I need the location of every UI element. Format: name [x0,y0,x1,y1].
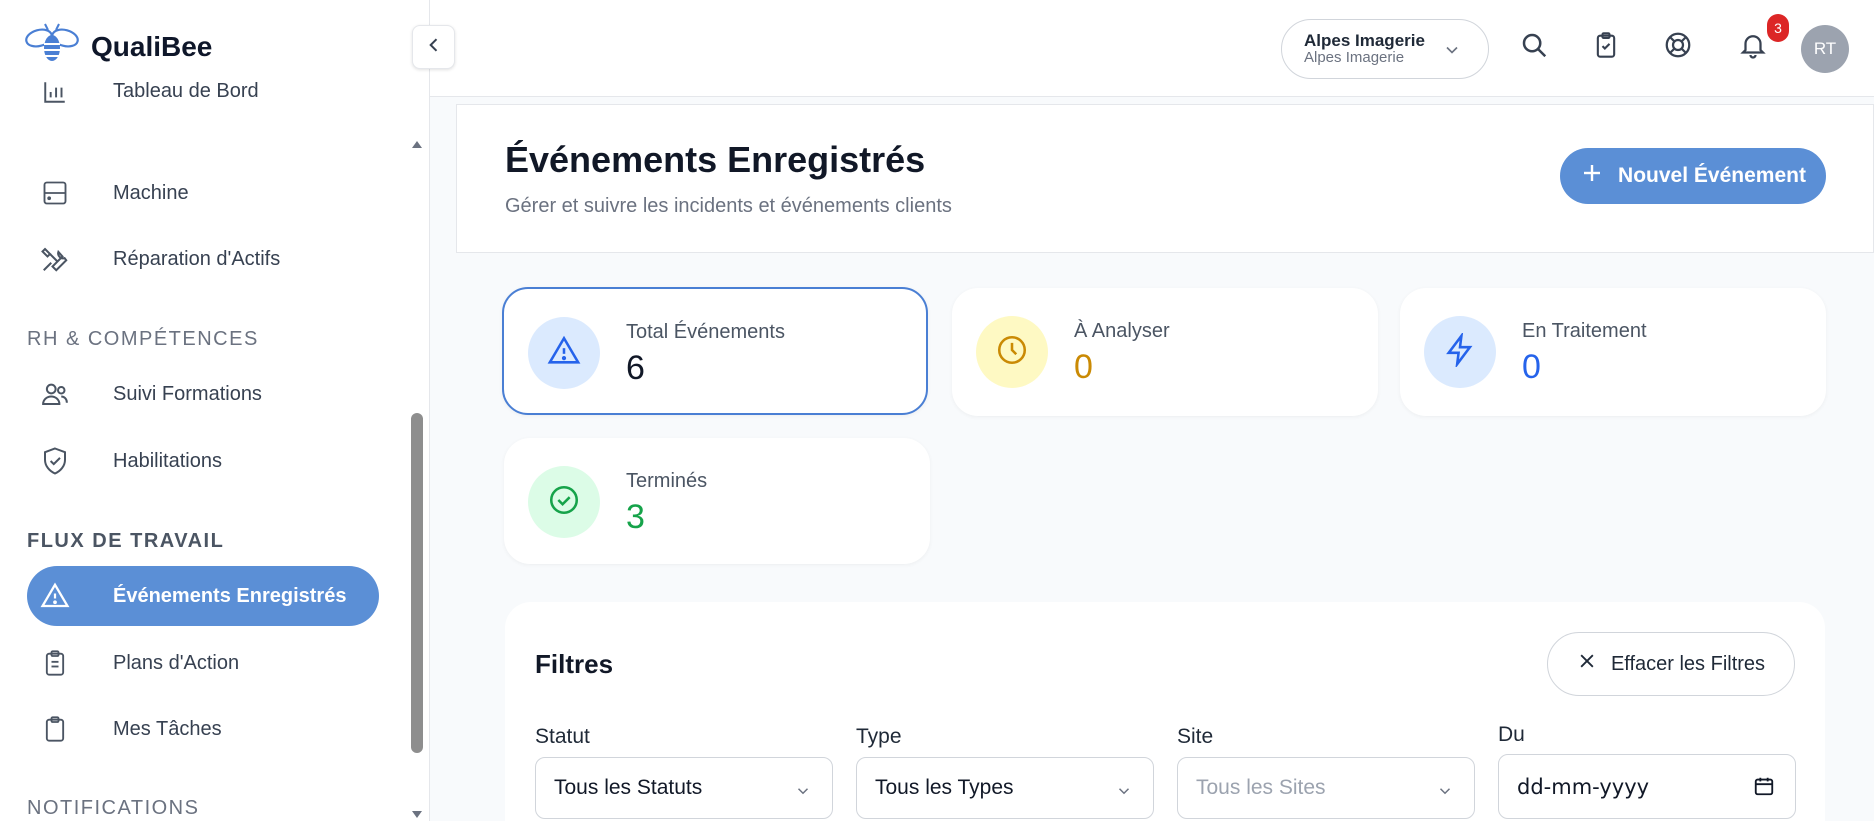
collapse-sidebar-button[interactable] [412,25,455,69]
date-from-value: dd-mm-yyyy [1517,775,1650,799]
sidebar: QualiBee Tableau de Bord Machine Réparat… [0,0,430,821]
chevron-down-icon [1115,782,1133,806]
section-hr-title: RH & COMPÉTENCES [27,328,259,350]
filters-panel: Filtres Effacer les Filtres Statut Tous … [505,602,1825,821]
tasks-button[interactable] [1589,30,1623,64]
alert-triangle-icon [547,334,581,373]
brand-name: QualiBee [91,30,213,62]
alert-triangle-icon [39,580,71,612]
status-filter-label: Statut [535,725,590,748]
chevron-down-icon [1436,782,1454,806]
clock-icon [995,333,1029,372]
sidebar-item-label: Plans d'Action [113,651,240,674]
notifications-button[interactable] [1736,30,1770,64]
page-title: Événements Enregistrés [505,139,926,180]
stat-value: 3 [626,498,645,536]
scroll-down-arrow-icon[interactable] [410,808,424,821]
site-filter-label: Site [1177,725,1214,748]
new-event-button[interactable]: Nouvel Événement [1560,148,1826,204]
page-subtitle: Gérer et suivre les incidents et événeme… [505,195,952,217]
sidebar-item-certifications[interactable]: Habilitations [27,431,379,491]
status-filter-select[interactable]: Tous les Statuts [535,757,833,819]
sidebar-item-label: Tableau de Bord [113,81,259,102]
zap-icon [1443,330,1477,372]
lifebuoy-icon [1663,30,1693,65]
stat-icon-circle [1424,316,1496,388]
stat-value: 0 [1074,348,1093,386]
bee-logo-icon [25,22,79,71]
date-from-input[interactable]: dd-mm-yyyy [1498,754,1796,819]
sidebar-item-training[interactable]: Suivi Formations [27,364,379,424]
page-header: Événements Enregistrés Gérer et suivre l… [456,104,1874,253]
plus-icon [1580,161,1604,191]
site-filter-placeholder: Tous les Sites [1196,776,1326,799]
stat-icon-circle [976,316,1048,388]
help-button[interactable] [1661,30,1695,64]
stat-card-total[interactable]: Total Événements 6 [502,287,928,415]
stat-card-in-progress[interactable]: En Traitement 0 [1400,288,1826,416]
notification-badge: 3 [1767,14,1789,42]
stat-value: 6 [626,349,645,387]
clipboard-list-icon [39,647,71,679]
sidebar-item-machine[interactable]: Machine [27,163,379,223]
clear-filters-label: Effacer les Filtres [1610,652,1766,675]
stat-icon-circle [528,466,600,538]
sidebar-item-asset-repair[interactable]: Réparation d'Actifs [27,229,379,289]
search-button[interactable] [1517,30,1551,64]
scroll-up-arrow-icon[interactable] [410,137,424,151]
chevron-down-icon [1442,40,1462,65]
tools-icon [39,243,71,275]
close-icon [1577,651,1597,677]
stat-value: 0 [1522,348,1541,386]
sidebar-item-action-plans[interactable]: Plans d'Action [27,633,379,693]
stat-card-to-analyze[interactable]: À Analyser 0 [952,288,1378,416]
brand[interactable]: QualiBee [25,22,212,71]
shield-check-icon [39,445,71,477]
bell-icon [1738,30,1768,65]
calendar-icon[interactable] [1753,775,1775,802]
sidebar-item-label: Machine [113,181,189,204]
section-workflow-title: FLUX DE TRAVAIL [27,530,225,552]
chevron-down-icon [794,782,812,806]
sidebar-item-label: Habilitations [113,449,222,472]
topbar: Alpes Imagerie Alpes Imagerie [430,0,1874,97]
sidebar-item-recorded-events[interactable]: Événements Enregistrés [27,566,379,626]
check-circle-icon [547,483,581,522]
sidebar-item-label: Réparation d'Actifs [113,247,281,270]
sidebar-item-dashboard[interactable]: Tableau de Bord [27,81,379,123]
sidebar-item-label: Mes Tâches [113,717,222,740]
avatar[interactable]: RT [1801,25,1849,73]
type-filter-value: Tous les Types [875,776,1014,799]
clear-filters-button[interactable]: Effacer les Filtres [1547,632,1795,696]
type-filter-label: Type [856,725,902,748]
date-from-label: Du [1498,723,1525,746]
server-icon [39,177,71,209]
clipboard-check-icon [1592,31,1620,64]
clipboard-icon [39,713,71,745]
stat-icon-circle [528,317,600,389]
sidebar-item-my-tasks[interactable]: Mes Tâches [27,699,379,759]
stat-label: En Traitement [1522,320,1647,342]
type-filter-select[interactable]: Tous les Types [856,757,1154,819]
sidebar-item-label: Suivi Formations [113,382,262,405]
chart-icon [39,81,71,108]
organization-selector[interactable]: Alpes Imagerie Alpes Imagerie [1281,19,1489,79]
sidebar-scrollbar-thumb[interactable] [411,413,423,753]
search-icon [1519,30,1549,65]
chevron-left-icon [424,35,444,60]
site-filter-select[interactable]: Tous les Sites [1177,757,1475,819]
users-icon [39,378,71,410]
stat-label: Terminés [626,470,708,492]
filters-title: Filtres [535,649,614,679]
new-event-label: Nouvel Événement [1618,164,1806,187]
status-filter-value: Tous les Statuts [554,776,703,799]
section-notifications-title: NOTIFICATIONS [27,797,200,819]
stat-card-completed[interactable]: Terminés 3 [504,438,930,564]
stat-label: À Analyser [1074,320,1170,342]
stat-label: Total Événements [626,321,785,343]
sidebar-item-label: Événements Enregistrés [113,584,347,607]
